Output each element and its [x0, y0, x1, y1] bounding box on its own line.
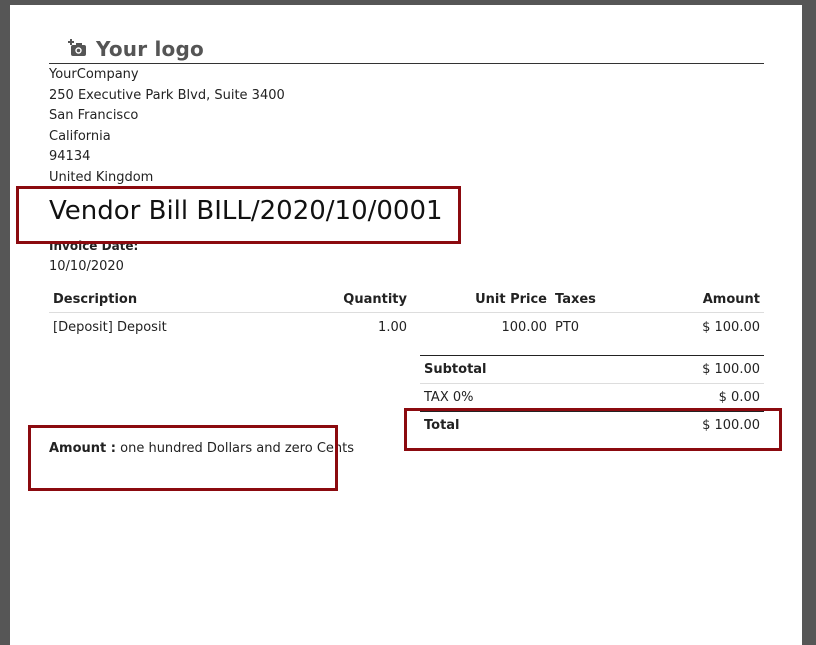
address-city: San Francisco [49, 108, 139, 124]
company-name: YourCompany [49, 67, 139, 82]
cell-unit-price: 100.00 [501, 319, 548, 335]
col-header-taxes: Taxes [551, 288, 637, 313]
amount-words-highlight-box [28, 425, 338, 491]
header-divider [49, 63, 764, 64]
address-street: 250 Executive Park Blvd, Suite 3400 [49, 87, 285, 103]
subtotal-label: Subtotal [420, 355, 598, 384]
cell-quantity: 1.00 [378, 319, 407, 335]
subtotal-value: $ 100.00 [597, 355, 764, 384]
col-header-quantity: Quantity [325, 288, 411, 313]
company-logo: Your logo [68, 37, 204, 61]
address-state: California [49, 128, 111, 144]
table-row: [Deposit] Deposit 1.00 100.00 PT0 $ 100.… [49, 313, 764, 342]
invoice-lines-table: Description Quantity Unit Price Taxes Am… [49, 288, 764, 341]
company-address: YourCompany 250 Executive Park Blvd, Sui… [49, 65, 285, 189]
subtotal-row: Subtotal $ 100.00 [420, 355, 764, 384]
cell-taxes: PT0 [555, 319, 580, 335]
table-header-row: Description Quantity Unit Price Taxes Am… [49, 288, 764, 313]
cell-amount: $ 100.00 [702, 319, 760, 335]
viewer-scrollbar-track[interactable] [802, 0, 816, 636]
title-highlight-box [16, 186, 461, 244]
total-highlight-box [404, 408, 782, 451]
col-header-unit-price: Unit Price [411, 288, 551, 313]
invoice-date-value: 10/10/2020 [49, 259, 124, 274]
cell-description: [Deposit] Deposit [53, 319, 167, 335]
logo-text: Your logo [96, 37, 204, 61]
col-header-amount: Amount [637, 288, 764, 313]
camera-plus-icon [68, 39, 86, 56]
address-zip: 94134 [49, 149, 91, 165]
col-header-description: Description [49, 288, 325, 313]
